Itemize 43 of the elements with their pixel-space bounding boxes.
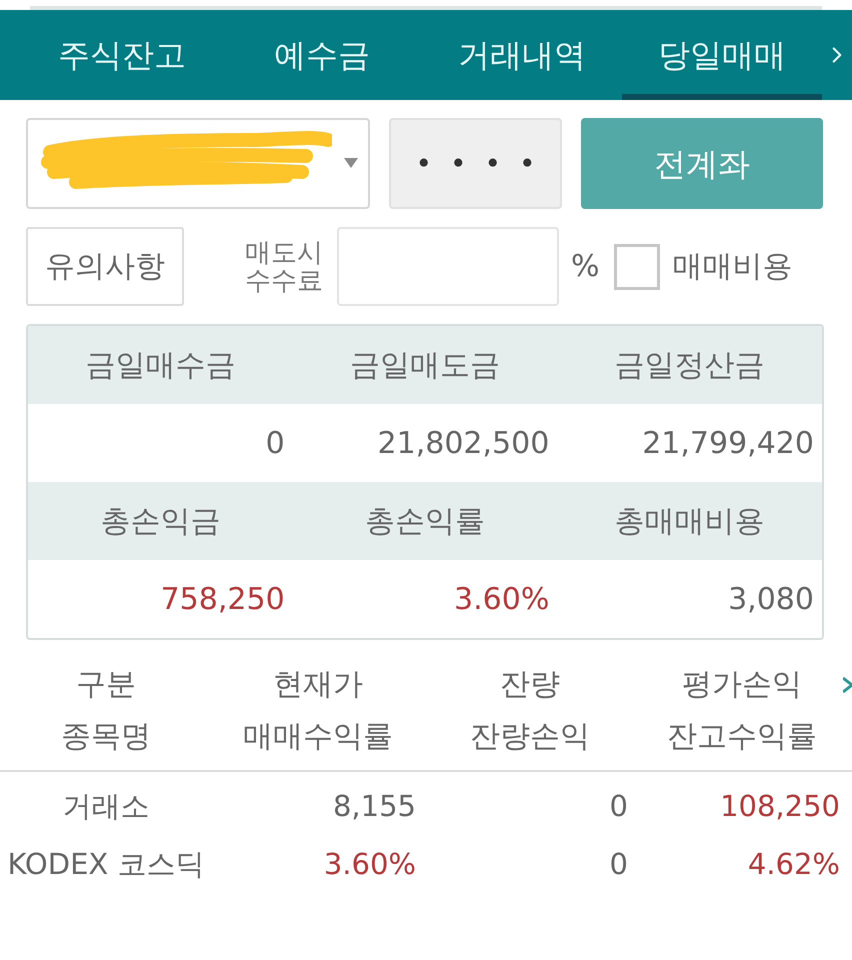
account-select[interactable] [26,118,370,209]
dropdown-triangle-icon [344,158,358,168]
summary-value: 21,799,420 [641,424,815,462]
column-header: 현재가 [273,666,363,704]
table-cell-text: 0 [608,788,629,826]
table-cell-text: 4.62% [746,846,841,884]
summary-header: 총손익률 [364,502,486,540]
password-field[interactable]: •••• [389,118,562,209]
all-accounts-button[interactable]: 전계좌 [581,118,823,209]
column-header: 종목명 [61,718,151,756]
summary-header: 총손익금 [99,502,222,540]
summary-header: 총매매비용 [614,502,766,540]
summary-value: 21,802,500 [376,424,550,462]
column-header: 잔량 [500,666,560,704]
fee-label: 매도시 수수료 [244,238,324,294]
summary-value: 3.60% [453,580,550,618]
column-header: 평가손익 [682,666,802,704]
summary-header: 금일매도금 [348,346,501,384]
tab[interactable]: 예수금 [222,10,422,100]
summary-header: 금일정산금 [614,346,766,384]
stock-name-cell-text: 거래소 [62,788,150,826]
column-header: 매매수익률 [243,718,393,756]
tab[interactable]: 거래내역 [422,10,622,100]
summary-value: 0 [264,424,286,462]
column-header: 구분 [76,666,136,704]
table-cell-text: 8,155 [332,788,417,826]
trading-cost-checkbox[interactable] [614,244,660,290]
table-cell-text: 0 [608,846,629,884]
summary-value: 758,250 [160,580,286,618]
summary-value: 3,080 [727,580,815,618]
table-cell-text: 108,250 [719,788,841,826]
table-cell-text: 3.60% [322,846,417,884]
tab[interactable]: 주식잔고 [22,10,222,100]
column-header: 잔고수익률 [667,718,817,756]
percent-unit: % [571,248,600,286]
summary-header: 금일매수금 [84,346,236,384]
tab[interactable]: 당일매매 [622,10,822,100]
stock-name-cell-text: KODEX 코스딕 [6,846,206,884]
chevron-right-icon[interactable] [843,676,852,694]
column-header: 잔량손익 [470,718,590,756]
notice-button[interactable]: 유의사항 [26,227,184,306]
trading-cost-label: 매매비용 [672,248,793,286]
fee-input-field[interactable] [337,227,559,306]
